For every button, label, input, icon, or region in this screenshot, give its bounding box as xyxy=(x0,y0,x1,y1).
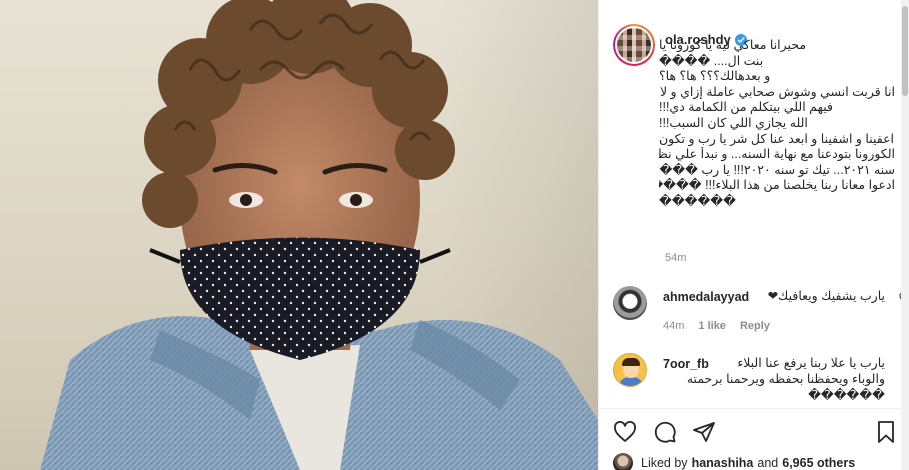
share-icon[interactable] xyxy=(692,420,716,444)
liked-by-others-count[interactable]: 6,965 others xyxy=(782,456,855,470)
comment-time[interactable]: 44m xyxy=(663,320,684,332)
comment-meta: 44m 1 like Reply xyxy=(663,320,770,332)
caption-line: محيرانا معاكي ليه يا كورونا يا xyxy=(659,38,807,52)
caption-line: الكورونا بتودعنا مع نهاية السنه... و نبد… xyxy=(659,147,895,162)
caption-line: الله يجازي اللي كان السبب!!! xyxy=(659,115,808,130)
commenter-username[interactable]: 7oor_fb xyxy=(663,357,709,371)
heart-icon[interactable] xyxy=(613,420,637,444)
commenter-avatar[interactable] xyxy=(613,286,647,320)
commenter-username[interactable]: ahmedalayyad xyxy=(663,290,749,304)
caption-line: و بعدهالك؟؟؟ ها؟ ها؟ xyxy=(659,69,771,84)
comment-likes-count[interactable]: 1 like xyxy=(698,320,726,332)
instagram-post-modal: ola.roshdy محيرانا معاكي ليه يا كورونا ي… xyxy=(0,0,909,470)
post-details-panel: ola.roshdy محيرانا معاكي ليه يا كورونا ي… xyxy=(598,0,909,470)
caption-line: ادعوا معانا ربنا يخلصنا من هذا البلاء!!!… xyxy=(659,178,895,193)
post-timestamp[interactable]: 54m xyxy=(665,252,686,264)
post-actions-bar: Liked by hanashiha and 6,965 others xyxy=(599,408,909,470)
comment-text-line: ������ xyxy=(808,388,885,402)
comment-reply-button[interactable]: Reply xyxy=(740,320,770,332)
comment-text-line: والوباء ويحفظنا بحفظه ويرحمنا برحمته xyxy=(686,372,885,386)
caption-line: اعفينا و اشفينا و ابعد عنا كل شر يا رب و… xyxy=(659,131,895,146)
caption-line: فيهم اللي بيتكلم من الكمامة دي!!! xyxy=(659,100,834,115)
liked-by-prefix: Liked by xyxy=(641,456,688,470)
liked-by-user[interactable]: hanashiha xyxy=(692,456,754,470)
comments-scrollbar[interactable] xyxy=(901,0,909,470)
liker-avatar[interactable] xyxy=(613,453,633,470)
commenter-avatar[interactable] xyxy=(613,353,647,387)
comment-icon[interactable] xyxy=(653,420,677,444)
comment-item: ahmedalayyad يارب يشفيك ويعافيك❤ 44m 1 l… xyxy=(613,286,909,346)
post-caption: محيرانا معاكي ليه يا كورونا يا بنت ال...… xyxy=(659,38,895,210)
comment-text-line: يارب يا علا ربنا يرفع عنا البلاء xyxy=(737,356,885,370)
caption-line: بنت ال.... ���� xyxy=(659,53,764,68)
selfie-illustration xyxy=(40,0,598,470)
caption-line: ������ xyxy=(659,193,736,208)
liked-by-and: and xyxy=(757,456,779,470)
post-photo[interactable] xyxy=(0,0,598,470)
comment-text: يارب يشفيك ويعافيك❤ xyxy=(767,289,885,303)
author-avatar[interactable] xyxy=(613,24,655,66)
bookmark-icon[interactable] xyxy=(874,420,898,444)
liked-by-line: Liked by hanashiha and 6,965 others xyxy=(613,453,855,470)
scrollbar-thumb[interactable] xyxy=(902,6,908,96)
caption-line: سنه ٢٠٢١... تيك تو سنه ٢٠٢٠!!! يا رب ���… xyxy=(659,162,895,177)
comment-item: 7oor_fb يارب يا علا ربنا يرفع عنا البلاء… xyxy=(613,353,903,405)
caption-line: انا قربت انسي وشوش صحابي عاملة إزاي و لا… xyxy=(659,84,895,99)
